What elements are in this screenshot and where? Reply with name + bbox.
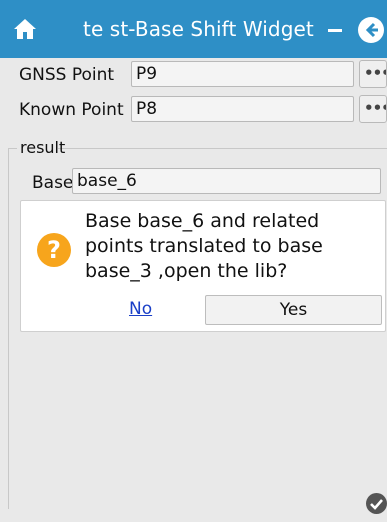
minimize-icon[interactable] bbox=[328, 29, 342, 32]
gnss-point-label: GNSS Point bbox=[19, 65, 115, 85]
confirm-dialog: ? Base base_6 and related points transla… bbox=[20, 200, 386, 332]
question-icon: ? bbox=[37, 233, 71, 267]
dialog-message: Base base_6 and related points translate… bbox=[85, 210, 323, 282]
result-group-label: result bbox=[20, 138, 66, 157]
gnss-point-more-button[interactable]: ••• bbox=[359, 60, 387, 88]
more-dots-icon: ••• bbox=[364, 64, 386, 82]
yes-button[interactable]: Yes bbox=[205, 295, 382, 325]
known-point-label: Known Point bbox=[19, 100, 124, 120]
gnss-point-input[interactable]: P9 bbox=[131, 61, 354, 87]
result-group-divider bbox=[58, 148, 387, 149]
home-icon[interactable] bbox=[13, 17, 37, 41]
known-point-more-button[interactable]: ••• bbox=[359, 95, 387, 123]
known-point-input[interactable]: P8 bbox=[131, 96, 354, 122]
more-dots-icon: ••• bbox=[364, 99, 386, 117]
check-icon[interactable] bbox=[366, 493, 387, 514]
base-input[interactable]: base_6 bbox=[72, 168, 381, 194]
result-group-frame bbox=[8, 148, 17, 509]
back-icon[interactable] bbox=[358, 17, 384, 43]
no-button[interactable]: No bbox=[129, 298, 152, 320]
title-bar: te st-Base Shift Widget bbox=[0, 0, 387, 58]
window-title: te st-Base Shift Widget bbox=[83, 17, 314, 41]
base-label: Base bbox=[32, 173, 74, 193]
